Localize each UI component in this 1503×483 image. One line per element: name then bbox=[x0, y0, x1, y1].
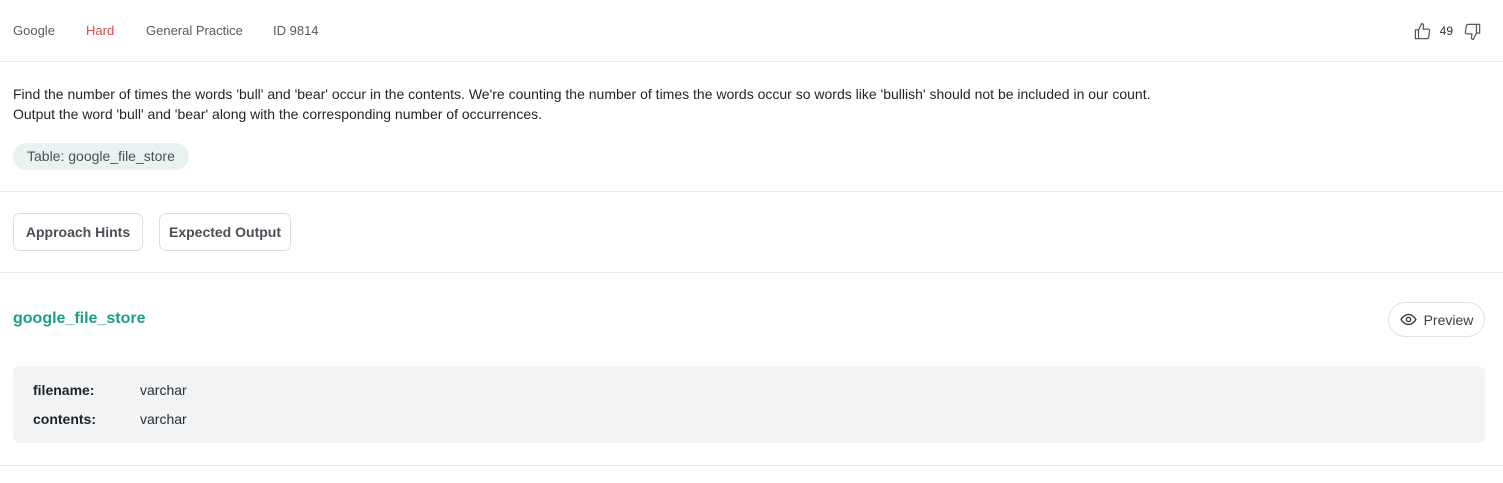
company-tag[interactable]: Google bbox=[13, 23, 55, 39]
thumbs-down-icon[interactable] bbox=[1461, 20, 1483, 42]
question-text: Find the number of times the words 'bull… bbox=[13, 84, 1413, 124]
question-id: ID 9814 bbox=[273, 23, 319, 38]
table-chip[interactable]: Table: google_file_store bbox=[13, 143, 189, 170]
eye-icon bbox=[1400, 311, 1417, 328]
question-line-2: Output the word 'bull' and 'bear' along … bbox=[13, 106, 542, 122]
table-name-heading: google_file_store bbox=[13, 310, 146, 327]
column-name: contents: bbox=[33, 411, 96, 427]
question-line-1: Find the number of times the words 'bull… bbox=[13, 86, 1151, 102]
vote-controls: 49 bbox=[1412, 20, 1483, 42]
table-schema: filename: varchar contents: varchar bbox=[13, 366, 1485, 443]
thumbs-up-icon[interactable] bbox=[1412, 20, 1434, 42]
approach-hints-button[interactable]: Approach Hints bbox=[13, 213, 143, 251]
section-divider bbox=[0, 465, 1503, 466]
question-page: Google Hard General Practice ID 9814 49 … bbox=[0, 0, 1503, 483]
expected-output-button[interactable]: Expected Output bbox=[159, 213, 291, 251]
preview-button[interactable]: Preview bbox=[1388, 302, 1485, 337]
section-divider bbox=[0, 272, 1503, 273]
difficulty-tag[interactable]: Hard bbox=[86, 23, 114, 39]
column-name: filename: bbox=[33, 382, 95, 398]
column-type: varchar bbox=[140, 382, 187, 398]
vote-count: 49 bbox=[1439, 24, 1453, 38]
section-divider bbox=[0, 191, 1503, 192]
question-meta-bar: Google Hard General Practice ID 9814 49 bbox=[0, 0, 1503, 62]
preview-label: Preview bbox=[1423, 311, 1474, 328]
category-tag[interactable]: General Practice bbox=[146, 23, 243, 39]
column-type: varchar bbox=[140, 411, 187, 427]
